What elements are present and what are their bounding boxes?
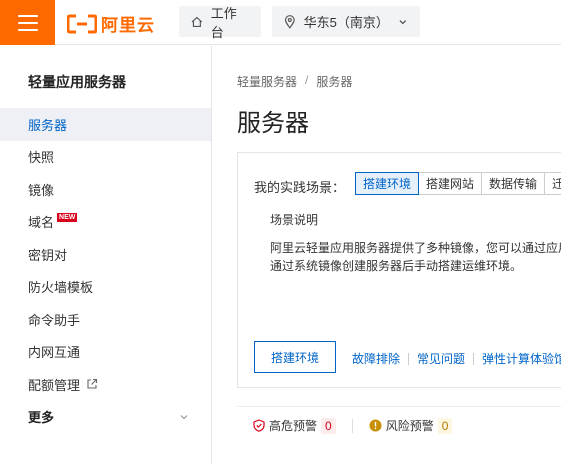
sidebar-item-label: 服务器	[28, 117, 68, 133]
workbench-label: 工作台	[210, 5, 237, 40]
tab-data-transfer[interactable]: 数据传输	[481, 172, 546, 195]
scenario-tabs: 搭建环境 搭建网站 数据传输 迁	[355, 172, 561, 195]
sidebar-item-snapshots[interactable]: 快照	[0, 141, 211, 174]
sidebar-item-keypairs[interactable]: 密钥对	[0, 238, 211, 271]
menu-line	[17, 21, 38, 24]
sidebar-nav: 服务器 快照 镜像 域名 NEW 密钥对 防火墙模板 命令助手 内网互通 配额管…	[0, 108, 211, 433]
sidebar-item-intranet[interactable]: 内网互通	[0, 336, 211, 369]
tab-build-website[interactable]: 搭建网站	[418, 172, 483, 195]
sidebar-item-command-assistant[interactable]: 命令助手	[0, 303, 211, 336]
breadcrumb-item-lightweight-server[interactable]: 轻量服务器	[237, 73, 297, 90]
menu-line	[17, 28, 38, 31]
alerts-bar: 高危预警 0 风险预警 0	[237, 406, 561, 444]
sidebar-item-label: 防火墙模板	[28, 280, 94, 296]
warning-circle-icon	[369, 419, 382, 432]
top-bar: 阿里云 工作台 华东5（南京）	[0, 0, 561, 45]
high-risk-alert[interactable]: 高危预警 0	[253, 417, 336, 434]
sidebar-item-quota[interactable]: 配额管理	[0, 368, 211, 401]
sidebar-item-label: 命令助手	[28, 312, 81, 328]
practice-scenario-label: 我的实践场景：	[254, 180, 346, 195]
shield-alert-icon	[253, 419, 265, 432]
elastic-computing-lab-link[interactable]: 弹性计算体验馆	[482, 350, 561, 367]
aliyun-logo[interactable]: 阿里云	[67, 11, 155, 36]
breadcrumb: 轻量服务器 / 服务器	[237, 73, 352, 90]
faq-link[interactable]: 常见问题	[417, 350, 465, 367]
scenario-description-title: 场景说明	[270, 213, 319, 227]
risk-alert[interactable]: 风险预警 0	[369, 417, 453, 434]
link-divider	[473, 352, 475, 365]
home-icon	[191, 16, 203, 27]
chevron-down-icon	[180, 414, 188, 420]
sidebar-item-label: 镜像	[28, 182, 55, 198]
tab-migrate[interactable]: 迁	[544, 172, 561, 195]
sidebar-item-label: 更多	[28, 410, 55, 426]
sidebar-item-label: 内网互通	[28, 345, 81, 361]
region-label: 华东5（南京）	[303, 15, 389, 30]
location-pin-icon	[284, 14, 295, 29]
sidebar-item-label: 配额管理	[28, 377, 81, 393]
new-badge: NEW	[57, 213, 78, 223]
logo-text: 阿里云	[101, 16, 155, 35]
scenario-description-line: 通过系统镜像创建服务器后手动搭建运维环境。	[270, 259, 523, 273]
external-link-icon	[87, 379, 98, 389]
build-environment-button[interactable]: 搭建环境	[254, 341, 336, 373]
hamburger-menu-button[interactable]	[0, 0, 55, 45]
sidebar-item-label: 快照	[28, 150, 55, 166]
sidebar-item-domains[interactable]: 域名 NEW	[0, 206, 211, 239]
sidebar-item-label: 域名	[28, 215, 55, 231]
sidebar-item-servers[interactable]: 服务器	[0, 108, 211, 141]
menu-line	[17, 14, 38, 17]
breadcrumb-item-servers: 服务器	[316, 75, 353, 89]
risk-label: 风险预警	[385, 419, 434, 433]
region-selector[interactable]: 华东5（南京）	[272, 6, 420, 37]
high-risk-count: 0	[321, 417, 336, 434]
practice-scenario-card: 我的实践场景： 搭建环境 搭建网站 数据传输 迁 场景说明 阿里云轻量应用服务器…	[237, 152, 561, 388]
breadcrumb-separator: /	[305, 73, 309, 87]
main-content: 轻量服务器 / 服务器 服务器 我的实践场景： 搭建环境 搭建网站 数据传输 迁…	[213, 46, 561, 464]
alert-divider	[351, 418, 353, 433]
link-divider	[408, 352, 410, 365]
sidebar: 轻量应用服务器 服务器 快照 镜像 域名 NEW 密钥对 防火墙模板 命令助手 …	[0, 46, 212, 464]
sidebar-title: 轻量应用服务器	[28, 74, 126, 90]
sidebar-item-images[interactable]: 镜像	[0, 173, 211, 206]
chevron-down-icon	[399, 19, 407, 24]
troubleshooting-link[interactable]: 故障排除	[352, 350, 400, 367]
sidebar-item-firewall-templates[interactable]: 防火墙模板	[0, 271, 211, 304]
risk-count: 0	[437, 417, 453, 434]
high-risk-label: 高危预警	[269, 419, 318, 433]
page-title: 服务器	[237, 110, 309, 137]
sidebar-item-label: 密钥对	[28, 247, 68, 263]
help-links: 故障排除 常见问题 弹性计算体验馆	[352, 350, 561, 367]
workbench-button[interactable]: 工作台	[179, 6, 261, 40]
aliyun-logo-icon	[67, 14, 97, 33]
sidebar-item-more[interactable]: 更多	[0, 401, 211, 434]
tab-build-environment[interactable]: 搭建环境	[355, 172, 420, 195]
scenario-description-line: 阿里云轻量应用服务器提供了多种镜像，您可以通过应用	[270, 241, 561, 255]
